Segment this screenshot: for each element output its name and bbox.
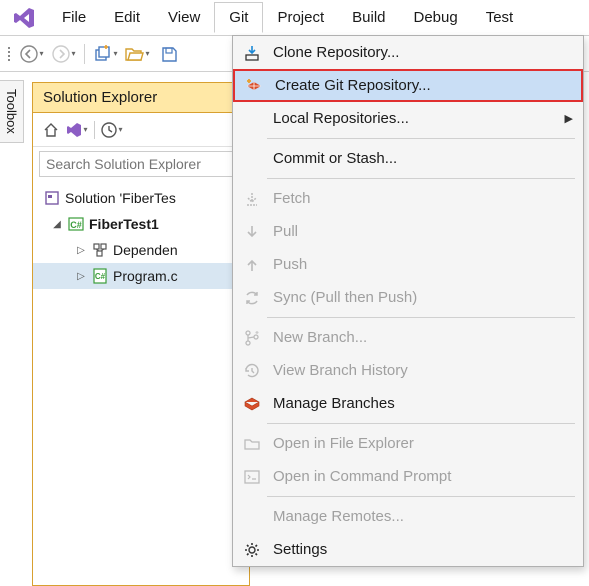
- panel-toolbar: ▾ ▾: [33, 113, 249, 147]
- tree-label: Program.c: [113, 268, 178, 284]
- git-manage-branches-item[interactable]: Manage Branches: [233, 387, 583, 420]
- solution-icon: [43, 189, 61, 207]
- clone-icon: [241, 42, 263, 64]
- blank-icon: [241, 108, 263, 130]
- menu-label: Push: [273, 256, 307, 273]
- tree-label: Solution 'FiberTes: [65, 190, 176, 206]
- menu-label: Open in Command Prompt: [273, 468, 451, 485]
- menu-project[interactable]: Project: [263, 3, 338, 32]
- tree-solution-node[interactable]: Solution 'FiberTes: [33, 185, 249, 211]
- csharp-file-icon: C#: [91, 267, 109, 285]
- new-item-button[interactable]: ▾: [91, 40, 119, 68]
- git-fetch-item[interactable]: Fetch: [233, 182, 583, 215]
- menu-separator: [267, 178, 575, 179]
- blank-icon: [241, 148, 263, 170]
- git-create-repo-item[interactable]: Create Git Repository...: [233, 69, 583, 102]
- tree-label: FiberTest1: [89, 216, 159, 232]
- menu-file[interactable]: File: [48, 3, 100, 32]
- menu-debug[interactable]: Debug: [400, 3, 472, 32]
- collapse-icon[interactable]: ◢: [51, 219, 63, 230]
- new-branch-icon: [241, 327, 263, 349]
- search-input[interactable]: [40, 152, 242, 176]
- menu-view[interactable]: View: [154, 3, 214, 32]
- git-pull-item[interactable]: Pull: [233, 215, 583, 248]
- tree-label: Dependen: [113, 242, 178, 258]
- svg-text:C#: C#: [70, 220, 82, 230]
- menu-git[interactable]: Git: [214, 2, 263, 33]
- create-repo-icon: [243, 75, 265, 97]
- menu-edit[interactable]: Edit: [100, 3, 154, 32]
- submenu-arrow-icon: ▶: [565, 112, 573, 125]
- menu-label: Manage Remotes...: [273, 508, 404, 525]
- search-box[interactable]: [39, 151, 243, 177]
- separator: [94, 121, 95, 139]
- blank-icon: [241, 506, 263, 528]
- tree-dependencies-node[interactable]: ▷ Dependen: [33, 237, 249, 263]
- menu-label: Sync (Pull then Push): [273, 289, 417, 306]
- menu-label: Clone Repository...: [273, 44, 399, 61]
- tree-project-node[interactable]: ◢ C# FiberTest1: [33, 211, 249, 237]
- menu-label: Local Repositories...: [273, 110, 409, 127]
- switch-views-button[interactable]: ▾: [65, 118, 89, 142]
- solution-tree: Solution 'FiberTes ◢ C# FiberTest1 ▷ Dep…: [33, 181, 249, 293]
- git-settings-item[interactable]: Settings: [233, 533, 583, 566]
- menubar: File Edit View Git Project Build Debug T…: [0, 0, 589, 36]
- history-icon: [241, 360, 263, 382]
- csharp-project-icon: C#: [67, 215, 85, 233]
- toolbar-grip-icon: [8, 47, 10, 61]
- expand-icon[interactable]: ▷: [75, 245, 87, 256]
- git-sync-item[interactable]: Sync (Pull then Push): [233, 281, 583, 314]
- menu-build[interactable]: Build: [338, 3, 399, 32]
- nav-back-button[interactable]: ▾: [18, 40, 46, 68]
- menu-label: Fetch: [273, 190, 311, 207]
- menu-label: Pull: [273, 223, 298, 240]
- panel-title: Solution Explorer: [33, 83, 249, 113]
- folder-icon: [241, 433, 263, 455]
- menu-separator: [267, 317, 575, 318]
- pending-changes-button[interactable]: ▾: [100, 118, 124, 142]
- menu-label: View Branch History: [273, 362, 408, 379]
- branches-icon: [241, 393, 263, 415]
- git-history-item[interactable]: View Branch History: [233, 354, 583, 387]
- menu-label: Settings: [273, 541, 327, 558]
- push-icon: [241, 254, 263, 276]
- gear-icon: [241, 539, 263, 561]
- nav-forward-button[interactable]: ▾: [50, 40, 78, 68]
- git-push-item[interactable]: Push: [233, 248, 583, 281]
- menu-separator: [267, 138, 575, 139]
- terminal-icon: [241, 466, 263, 488]
- git-open-explorer-item[interactable]: Open in File Explorer: [233, 427, 583, 460]
- solution-explorer-panel: Solution Explorer ▾ ▾ Solution ': [32, 82, 250, 586]
- menu-label: Open in File Explorer: [273, 435, 414, 452]
- menu-test[interactable]: Test: [472, 3, 528, 32]
- toolbar-separator: [84, 44, 85, 64]
- vs-logo-icon: [8, 2, 40, 34]
- git-clone-item[interactable]: Clone Repository...: [233, 36, 583, 69]
- git-menu-dropdown: Clone Repository... Create Git Repositor…: [232, 35, 584, 567]
- git-new-branch-item[interactable]: New Branch...: [233, 321, 583, 354]
- save-button[interactable]: [155, 40, 183, 68]
- home-button[interactable]: [39, 118, 63, 142]
- menu-label: Commit or Stash...: [273, 150, 397, 167]
- menu-separator: [267, 496, 575, 497]
- expand-icon[interactable]: ▷: [75, 271, 87, 282]
- menu-label: Manage Branches: [273, 395, 395, 412]
- git-open-cmd-item[interactable]: Open in Command Prompt: [233, 460, 583, 493]
- pull-icon: [241, 221, 263, 243]
- git-commit-item[interactable]: Commit or Stash...: [233, 142, 583, 175]
- dependencies-icon: [91, 241, 109, 259]
- sync-icon: [241, 287, 263, 309]
- svg-text:C#: C#: [95, 272, 106, 281]
- open-folder-button[interactable]: ▾: [123, 40, 151, 68]
- git-manage-remotes-item[interactable]: Manage Remotes...: [233, 500, 583, 533]
- git-local-repos-item[interactable]: Local Repositories... ▶: [233, 102, 583, 135]
- fetch-icon: [241, 188, 263, 210]
- menu-label: New Branch...: [273, 329, 367, 346]
- toolbox-tab[interactable]: Toolbox: [0, 80, 24, 143]
- menu-separator: [267, 423, 575, 424]
- tree-file-node[interactable]: ▷ C# Program.c: [33, 263, 249, 289]
- menu-label: Create Git Repository...: [275, 77, 431, 94]
